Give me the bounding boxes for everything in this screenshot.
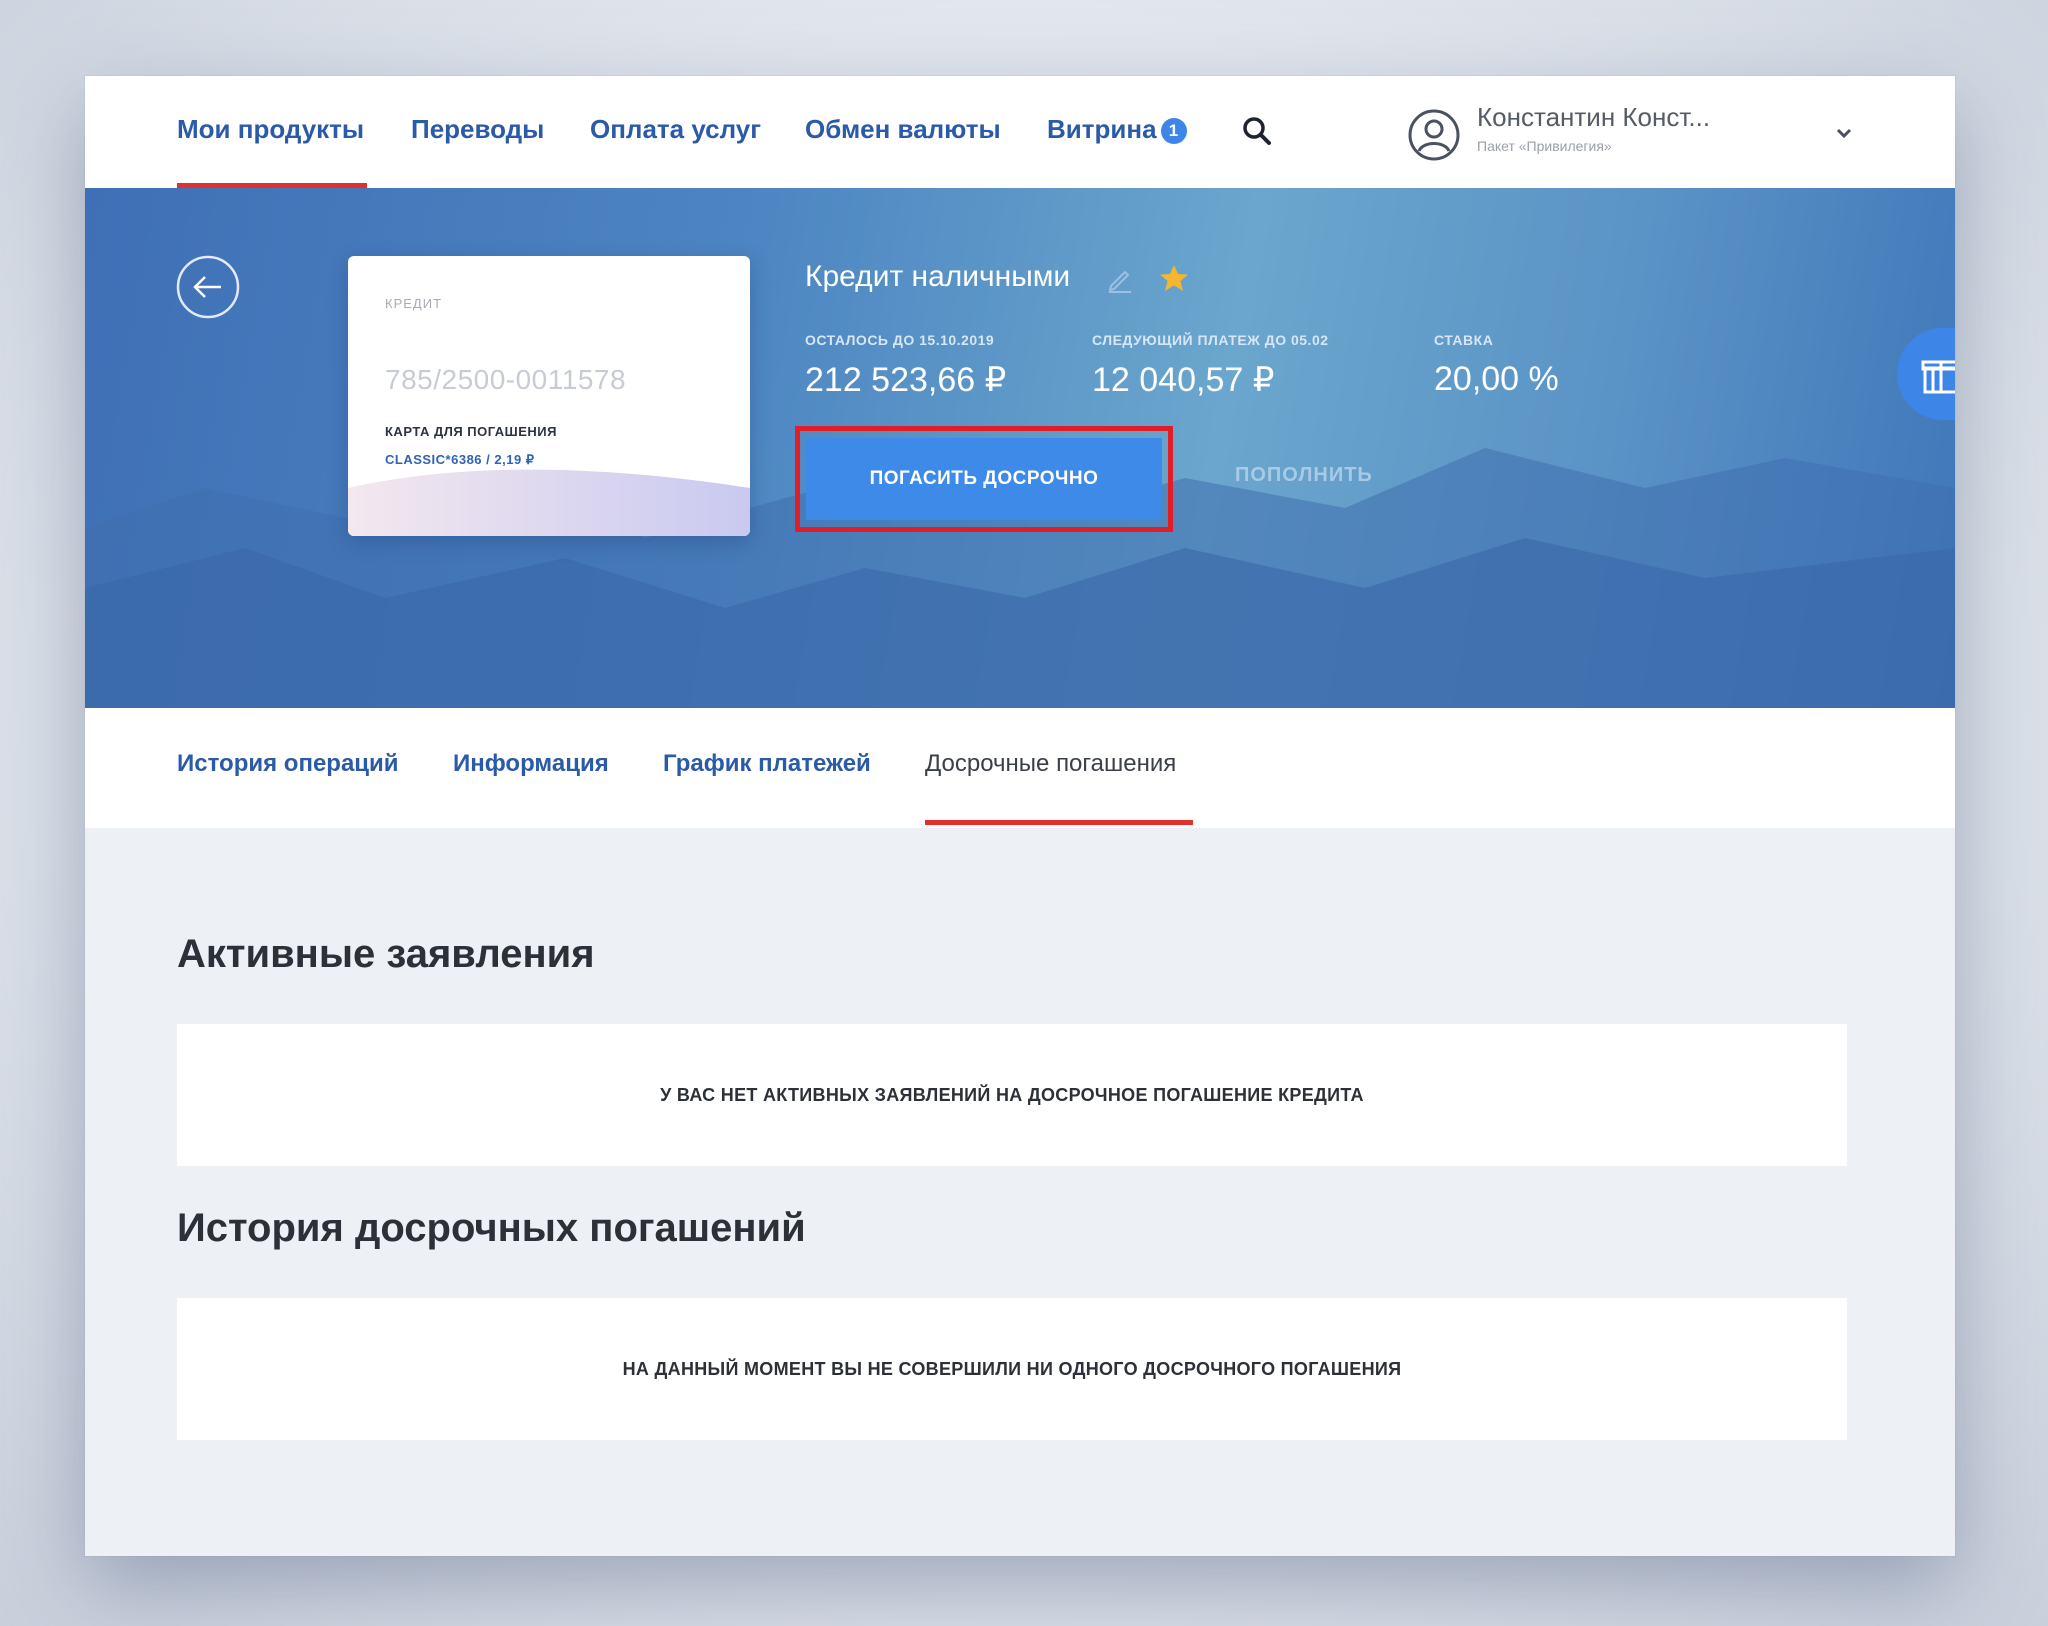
top-navigation: Мои продукты Переводы Оплата услуг Обмен… xyxy=(85,76,1955,188)
top-up-button[interactable]: ПОПОЛНИТЬ xyxy=(1235,464,1373,487)
loan-card[interactable]: КРЕДИТ 785/2500-0011578 КАРТА ДЛЯ ПОГАШЕ… xyxy=(348,256,750,536)
stat-rate-value: 20,00 % xyxy=(1434,360,1559,398)
nav-my-products-label: Мои продукты xyxy=(177,114,365,144)
back-button[interactable] xyxy=(175,254,241,320)
history-empty-text: НА ДАННЫЙ МОМЕНТ ВЫ НЕ СОВЕРШИЛИ НИ ОДНО… xyxy=(622,1359,1402,1379)
edit-icon[interactable] xyxy=(1105,264,1135,294)
search-icon[interactable] xyxy=(1240,114,1274,148)
arrow-left-icon xyxy=(176,255,240,319)
nav-showcase[interactable]: Витрина 1 xyxy=(1047,114,1187,145)
nav-payments[interactable]: Оплата услуг xyxy=(590,114,761,145)
tab-payment-schedule[interactable]: График платежей xyxy=(663,750,871,778)
nav-transfers[interactable]: Переводы xyxy=(411,114,544,145)
card-repay-label: КАРТА ДЛЯ ПОГАШЕНИЯ xyxy=(385,424,557,439)
browser-window: Мои продукты Переводы Оплата услуг Обмен… xyxy=(85,76,1955,1556)
nav-currency-exchange[interactable]: Обмен валюты xyxy=(805,114,1001,145)
user-circle-icon xyxy=(1408,109,1460,161)
tab-information[interactable]: Информация xyxy=(453,750,609,778)
showcase-badge: 1 xyxy=(1160,118,1187,144)
card-type: КРЕДИТ xyxy=(385,296,443,311)
tab-early-repayments[interactable]: Досрочные погашения xyxy=(925,750,1176,778)
user-menu[interactable]: Константин Конст... Пакет «Привилегия» xyxy=(1407,102,1877,166)
section-title-history: История досрочных погашений xyxy=(177,1206,806,1250)
nav-currency-exchange-label: Обмен валюты xyxy=(805,114,1001,144)
nav-my-products[interactable]: Мои продукты xyxy=(177,114,364,145)
tab-operations-history[interactable]: История операций xyxy=(177,750,399,778)
active-requests-box: У ВАС НЕТ АКТИВНЫХ ЗАЯВЛЕНИЙ НА ДОСРОЧНО… xyxy=(177,1024,1847,1166)
nav-showcase-label: Витрина xyxy=(1047,114,1157,144)
stat-next-payment-value: 12 040,57 ₽ xyxy=(1092,361,1275,399)
product-hero: КРЕДИТ 785/2500-0011578 КАРТА ДЛЯ ПОГАШЕ… xyxy=(85,188,1955,708)
product-tabs: История операций Информация График плате… xyxy=(85,708,1955,828)
stat-remaining-value: 212 523,66 ₽ xyxy=(805,361,1007,399)
section-title-active-requests: Активные заявления xyxy=(177,932,595,976)
nav-payments-label: Оплата услуг xyxy=(590,114,762,144)
stat-rate-label: СТАВКА xyxy=(1434,332,1494,348)
product-title: Кредит наличными xyxy=(805,260,1071,293)
chevron-down-icon xyxy=(1836,128,1852,139)
user-name: Константин Конст... xyxy=(1477,102,1711,132)
stat-next-payment-label: СЛЕДУЮЩИЙ ПЛАТЕЖ ДО 05.02 xyxy=(1092,332,1329,348)
tab-active-underline xyxy=(925,820,1193,825)
active-requests-empty-text: У ВАС НЕТ АКТИВНЫХ ЗАЯВЛЕНИЙ НА ДОСРОЧНО… xyxy=(660,1085,1364,1105)
highlight-frame xyxy=(795,426,1173,532)
gift-icon xyxy=(1921,360,1955,394)
nav-transfers-label: Переводы xyxy=(411,114,545,144)
card-number: 785/2500-0011578 xyxy=(385,364,627,395)
stat-remaining-label: ОСТАЛОСЬ ДО 15.10.2019 xyxy=(805,332,995,348)
history-box: НА ДАННЫЙ МОМЕНТ ВЫ НЕ СОВЕРШИЛИ НИ ОДНО… xyxy=(177,1298,1847,1440)
user-package: Пакет «Привилегия» xyxy=(1477,138,1612,154)
star-icon[interactable] xyxy=(1158,262,1190,294)
card-repay-value: CLASSIC*6386 / 2,19 ₽ xyxy=(385,452,535,467)
